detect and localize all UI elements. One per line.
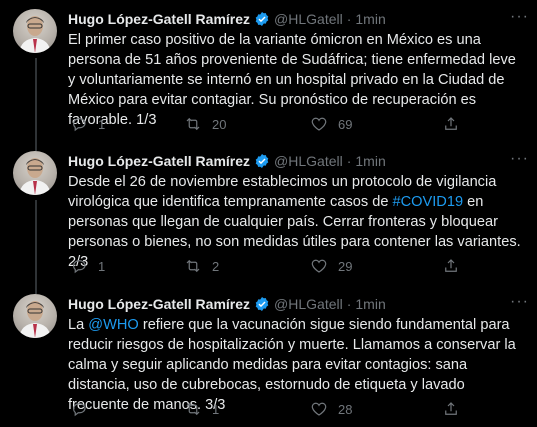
heart-icon [311, 259, 327, 273]
author-handle[interactable]: @HLGatell [274, 153, 343, 169]
share-button[interactable] [442, 114, 460, 134]
tweet-header: Hugo López-Gatell Ramírez @HLGatell · 1m… [68, 294, 527, 314]
more-options-icon[interactable]: ··· [510, 293, 529, 311]
separator-dot: · [346, 11, 352, 27]
retweet-icon [186, 259, 200, 273]
tweet-actions: 1 2 29 [62, 256, 482, 276]
retweet-icon [186, 117, 200, 131]
heart-icon [311, 117, 327, 131]
verified-badge-icon [255, 154, 269, 168]
share-icon [445, 117, 457, 130]
avatar-image [19, 301, 51, 338]
heart-icon [311, 402, 327, 416]
like-button[interactable]: 69 [310, 114, 352, 134]
retweet-button[interactable]: 20 [184, 114, 226, 134]
tweet-timestamp[interactable]: 1min [355, 296, 385, 312]
tweet-1[interactable]: Hugo López-Gatell Ramírez @HLGatell · 1m… [0, 0, 537, 142]
reply-icon [73, 260, 86, 274]
retweet-count: 20 [212, 116, 227, 132]
avatar[interactable] [13, 294, 57, 338]
author-name[interactable]: Hugo López-Gatell Ramírez [68, 11, 250, 27]
tweet-2[interactable]: Hugo López-Gatell Ramírez @HLGatell · 1m… [0, 142, 537, 285]
author-handle[interactable]: @HLGatell [274, 11, 343, 27]
retweet-icon [186, 402, 200, 416]
share-icon [445, 402, 457, 415]
retweet-button[interactable]: 1 [184, 399, 219, 419]
reply-button[interactable] [70, 399, 98, 419]
share-button[interactable] [442, 399, 460, 419]
share-icon [445, 259, 457, 272]
like-count: 29 [338, 258, 353, 274]
thread-connector [35, 58, 37, 142]
more-options-icon[interactable]: ··· [510, 8, 529, 26]
reply-count: 1 [98, 258, 106, 274]
reply-icon [73, 118, 86, 132]
verified-badge-icon [255, 12, 269, 26]
author-handle[interactable]: @HLGatell [274, 296, 343, 312]
hashtag-link[interactable]: #COVID19 [393, 194, 464, 210]
thread-connector [35, 285, 37, 294]
reply-count: 1 [98, 116, 106, 132]
retweet-count: 2 [212, 258, 220, 274]
share-button[interactable] [442, 256, 460, 276]
tweet-actions: 1 20 69 [62, 114, 482, 134]
tweet-actions: 1 28 [62, 399, 482, 419]
thread-connector [35, 200, 37, 285]
tweet-3[interactable]: Hugo López-Gatell Ramírez @HLGatell · 1m… [0, 285, 537, 427]
reply-icon [73, 403, 86, 417]
retweet-count: 1 [212, 401, 220, 417]
separator-dot: · [346, 296, 352, 312]
tweet-header: Hugo López-Gatell Ramírez @HLGatell · 1m… [68, 151, 527, 171]
avatar[interactable] [13, 9, 57, 53]
tweet-text-segment: La [68, 317, 89, 333]
avatar[interactable] [13, 151, 57, 195]
tweet-timestamp[interactable]: 1min [355, 11, 385, 27]
tweet-header: Hugo López-Gatell Ramírez @HLGatell · 1m… [68, 9, 527, 29]
more-options-icon[interactable]: ··· [510, 150, 529, 168]
tweet-thread: Hugo López-Gatell Ramírez @HLGatell · 1m… [0, 0, 537, 427]
thread-connector [35, 142, 37, 151]
retweet-button[interactable]: 2 [184, 256, 219, 276]
author-name[interactable]: Hugo López-Gatell Ramírez [68, 296, 250, 312]
reply-button[interactable]: 1 [70, 114, 105, 134]
mention-link[interactable]: @WHO [88, 317, 138, 333]
avatar-image [19, 16, 51, 53]
like-button[interactable]: 29 [310, 256, 352, 276]
author-name[interactable]: Hugo López-Gatell Ramírez [68, 153, 250, 169]
tweet-timestamp[interactable]: 1min [355, 153, 385, 169]
reply-button[interactable]: 1 [70, 256, 105, 276]
separator-dot: · [346, 153, 352, 169]
like-count: 28 [338, 401, 353, 417]
like-count: 69 [338, 116, 353, 132]
verified-badge-icon [255, 297, 269, 311]
like-button[interactable]: 28 [310, 399, 352, 419]
avatar-image [19, 158, 51, 195]
